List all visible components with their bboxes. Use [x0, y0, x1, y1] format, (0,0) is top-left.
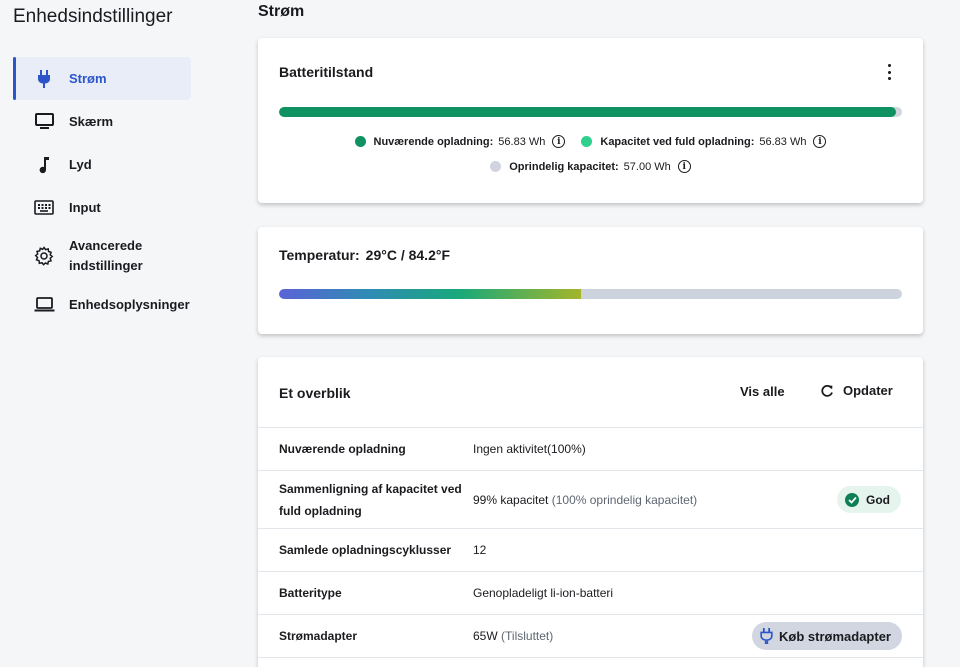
monitor-icon	[33, 111, 55, 133]
temperature-bar	[279, 289, 902, 299]
status-badge: God	[837, 486, 901, 513]
sidebar-item-input[interactable]: Input	[13, 186, 191, 229]
temperature-value: 29°C / 84.2°F	[365, 247, 451, 263]
battery-legend-row: Nuværende opladning: 56.83 Wh i Kapacite…	[258, 135, 923, 148]
info-icon[interactable]: i	[813, 135, 827, 148]
table-row: Samlede opladningscyklusser 12	[258, 528, 923, 571]
legend-full-charge-capacity: Kapacitet ved fuld opladning: 56.83 Wh i	[581, 135, 827, 148]
row-key: Strømadapter	[279, 629, 358, 643]
row-value: 99% kapacitet (100% oprindelig kapacitet…	[473, 492, 698, 507]
legend-label: Oprindelig kapacitet:	[509, 160, 619, 173]
battery-bar-fill	[279, 107, 896, 117]
sidebar-item-power[interactable]: Strøm	[13, 57, 191, 100]
legend-dot	[581, 136, 593, 147]
battery-status-title: Batteritilstand	[279, 64, 374, 80]
table-row	[258, 657, 923, 667]
sidebar-item-label: Strøm	[69, 71, 107, 86]
refresh-icon	[821, 384, 833, 397]
plug-icon	[760, 628, 773, 644]
legend-current-charge: Nuværende opladning: 56.83 Wh i	[354, 135, 566, 148]
buy-power-adapter-label: Køb strømadapter	[779, 628, 891, 644]
table-row: Batteritype Genopladeligt li-ion-batteri	[258, 571, 923, 614]
refresh-button[interactable]: Opdater	[820, 383, 893, 398]
row-key: Nuværende opladning	[279, 442, 406, 456]
legend-value: 56.83 Wh	[498, 135, 546, 148]
temperature-bar-fill	[279, 289, 582, 299]
sidebar-item-sound[interactable]: Lyd	[13, 143, 191, 186]
sidebar-item-label: Input	[69, 200, 101, 215]
table-row: Sammenligning af kapacitet ved fuld opla…	[258, 470, 923, 528]
overview-header: Et overblik Vis alle Opdater	[258, 357, 923, 427]
legend-dot	[490, 161, 502, 172]
temperature-title: Temperatur: 29°C / 84.2°F	[279, 247, 450, 263]
legend-dot	[354, 136, 366, 147]
sidebar-item-label: Lyd	[69, 157, 92, 172]
sidebar-item-label: Skærm	[69, 114, 114, 129]
buy-power-adapter-button[interactable]: Køb strømadapter	[752, 622, 902, 650]
legend-label: Kapacitet ved fuld opladning:	[600, 135, 755, 148]
music-note-icon	[33, 154, 55, 176]
table-row: Nuværende opladning Ingen aktivitet(100%…	[258, 427, 923, 470]
row-key: Batteritype	[279, 586, 342, 600]
legend-label: Nuværende opladning:	[373, 135, 494, 148]
plug-icon	[33, 68, 55, 90]
row-value: 12	[473, 543, 487, 557]
page-title: Strøm	[258, 3, 305, 20]
table-row: Strømadapter 65W (Tilsluttet) Køb strøma…	[258, 614, 923, 657]
legend-original-capacity: Oprindelig kapacitet: 57.00 Wh i	[490, 160, 691, 173]
sidebar-item-label: Avancerede indstillinger	[69, 238, 143, 273]
row-value: 65W (Tilsluttet)	[473, 629, 554, 643]
refresh-label: Opdater	[843, 383, 893, 398]
temperature-card: Temperatur: 29°C / 84.2°F	[258, 227, 923, 334]
sidebar-item-device-info[interactable]: Enhedsoplysninger	[13, 283, 191, 326]
temperature-label: Temperatur:	[279, 247, 360, 263]
legend-value: 56.83 Wh	[759, 135, 807, 148]
battery-legend-row: Oprindelig kapacitet: 57.00 Wh i	[258, 160, 923, 173]
row-key: Samlede opladningscyklusser	[279, 543, 452, 557]
info-icon[interactable]: i	[552, 135, 566, 148]
sidebar-item-advanced[interactable]: Avancerede indstillinger	[13, 229, 191, 283]
sidebar-item-label: Enhedsoplysninger	[69, 297, 190, 312]
overview-table: Nuværende opladning Ingen aktivitet(100%…	[258, 427, 923, 667]
laptop-icon	[33, 294, 55, 316]
sidebar: Strøm Skærm Lyd Input Avancerede indstil…	[13, 57, 191, 326]
row-key: Sammenligning af kapacitet ved fuld opla…	[279, 481, 462, 518]
battery-status-card: Batteritilstand Nuværende opladning: 56.…	[258, 38, 923, 203]
app-title: Enhedsindstillinger	[13, 6, 173, 27]
gear-icon	[33, 245, 55, 267]
sidebar-item-display[interactable]: Skærm	[13, 100, 191, 143]
legend-value: 57.00 Wh	[623, 160, 671, 173]
more-options-icon[interactable]	[883, 64, 895, 80]
overview-card: Et overblik Vis alle Opdater Nuværende o…	[258, 357, 923, 667]
row-value: Ingen aktivitet(100%)	[473, 442, 586, 456]
battery-bar	[279, 107, 902, 117]
check-circle-icon	[845, 492, 859, 507]
overview-title: Et overblik	[279, 385, 351, 401]
status-badge-label: God	[866, 492, 890, 507]
row-value: Genopladeligt li-ion-batteri	[473, 586, 614, 600]
view-all-button[interactable]: Vis alle	[740, 384, 785, 399]
keyboard-icon	[33, 197, 55, 219]
info-icon[interactable]: i	[677, 160, 691, 173]
